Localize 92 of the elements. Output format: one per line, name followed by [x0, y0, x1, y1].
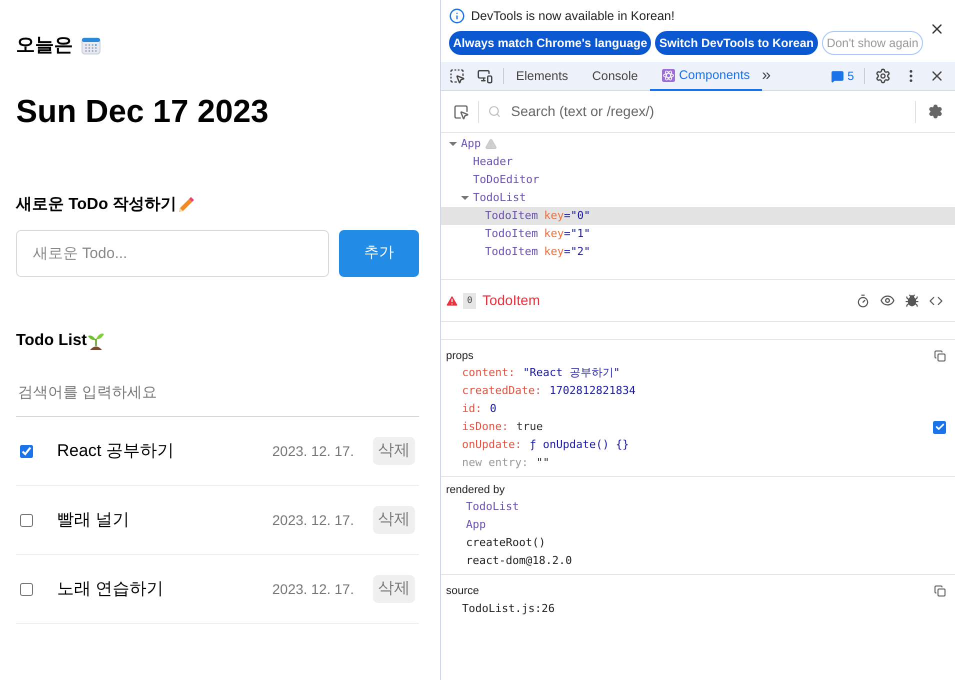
caret-icon[interactable] [449, 140, 457, 148]
timer-icon[interactable] [856, 294, 870, 308]
prop-value[interactable]: 1702812821834 [549, 382, 636, 400]
infobar-button[interactable]: Always match Chrome's language [449, 30, 652, 55]
select-element-icon[interactable] [453, 104, 469, 120]
component-name: TodoItem [485, 244, 538, 260]
tree-row[interactable]: TodoItem key="2" [441, 243, 955, 261]
prop-key: onUpdate: [462, 436, 522, 454]
todo-checkbox[interactable] [20, 444, 33, 458]
tree-row[interactable]: TodoItem key="1" [441, 225, 955, 243]
selected-component: TodoItem [482, 291, 540, 310]
device-toolbar-icon[interactable] [477, 68, 493, 84]
key-value: ="1" [564, 226, 590, 242]
owner-link[interactable]: TodoList [466, 498, 519, 516]
section-title: props [446, 348, 475, 364]
eye-icon[interactable] [880, 293, 895, 308]
editor-title: 새로운 ToDo 작성하기 [16, 195, 177, 215]
component-search-field[interactable]: Search (text or /regex/) [511, 101, 915, 122]
prop-value[interactable]: 0 [490, 400, 496, 418]
key-badge: 0 [463, 292, 476, 308]
component-name: App [461, 136, 481, 152]
prop-checkbox[interactable] [933, 420, 946, 434]
search-icon [488, 105, 501, 118]
prop-value[interactable]: "" [536, 454, 550, 472]
caret-icon[interactable] [461, 194, 469, 202]
today-label: 오늘은 [16, 34, 73, 58]
prop-key: content: [462, 364, 515, 382]
component-name: TodoItem [485, 208, 538, 224]
todo-date: 2023. 12. 17. [272, 580, 354, 598]
prop-key: createdDate: [462, 382, 542, 400]
search-field[interactable]: 검색어를 입력하세요 [16, 369, 419, 417]
copy-icon[interactable] [934, 585, 946, 597]
pencil-icon [176, 196, 195, 214]
infobar-button[interactable]: Switch DevTools to Korean [655, 30, 818, 55]
prop-value[interactable]: "React 공부하기" [522, 364, 620, 382]
todo-checkbox[interactable] [20, 582, 33, 596]
tree-row[interactable]: TodoList [441, 189, 955, 207]
settings-icon[interactable] [875, 68, 891, 84]
issues-icon[interactable] [831, 70, 844, 82]
bug-icon[interactable] [905, 294, 919, 308]
panel-tab[interactable]: Console [580, 62, 650, 90]
component-name: Header [473, 154, 513, 170]
more-tabs-button[interactable]: » [762, 68, 771, 84]
panel-tab[interactable]: Components [650, 62, 762, 90]
calendar-icon [81, 36, 101, 56]
settings-icon[interactable] [928, 104, 943, 119]
prop-key: new entry: [462, 454, 528, 472]
tree-row[interactable]: ToDoEditor [441, 171, 955, 189]
date-heading: Sun Dec 17 2023 [16, 92, 270, 131]
source-file[interactable]: TodoList.js:26 [462, 600, 555, 618]
todo-text: 빨래 널기 [57, 509, 131, 532]
section-title: rendered by [446, 483, 506, 498]
key-value: ="0" [564, 208, 590, 224]
prop-key: id: [462, 400, 482, 418]
todo-date: 2023. 12. 17. [272, 442, 354, 460]
prop-value[interactable]: true [516, 418, 543, 436]
new-todo-field[interactable]: 새로운 Todo... [16, 230, 329, 277]
key-label: key [544, 244, 564, 260]
copy-icon[interactable] [934, 350, 946, 362]
key-label: key [544, 226, 564, 242]
tree-row[interactable]: Header [441, 153, 955, 171]
key-label: key [544, 208, 564, 224]
issues-count[interactable]: 5 [847, 67, 854, 85]
list-title: Todo List [16, 331, 87, 351]
todo-checkbox[interactable] [20, 514, 33, 526]
inspect-icon[interactable] [449, 68, 465, 84]
prop-key: isDone: [462, 418, 508, 436]
owner-link[interactable]: App [466, 516, 486, 534]
delete-button[interactable]: 삭제 [373, 506, 415, 534]
component-name: ToDoEditor [473, 172, 540, 188]
react-icon [662, 68, 675, 82]
owner-text: react-dom@18.2.0 [466, 552, 572, 569]
delete-button[interactable]: 삭제 [373, 437, 415, 465]
key-value: ="2" [564, 244, 590, 260]
tree-row[interactable]: App [441, 135, 955, 153]
todo-text: React 공부하기 [57, 440, 176, 462]
owner-text: createRoot() [466, 534, 546, 551]
check-icon [934, 422, 944, 432]
panel-tab[interactable]: Elements [504, 62, 580, 90]
component-name: TodoList [473, 190, 526, 206]
infobar-message: DevTools is now available in Korean! [471, 8, 675, 25]
todo-text: 노래 연습하기 [57, 578, 165, 600]
tree-row[interactable]: TodoItem key="0" [441, 207, 955, 225]
component-name: TodoItem [485, 226, 538, 242]
error-icon [445, 294, 459, 308]
add-button[interactable]: 추가 [339, 230, 419, 277]
todo-date: 2023. 12. 17. [272, 510, 354, 530]
info-icon [449, 8, 465, 24]
section-title: source [446, 584, 480, 599]
delete-button[interactable]: 삭제 [373, 575, 415, 603]
sprout-icon [86, 332, 105, 350]
prop-value[interactable]: ƒ onUpdate() {} [530, 436, 629, 454]
